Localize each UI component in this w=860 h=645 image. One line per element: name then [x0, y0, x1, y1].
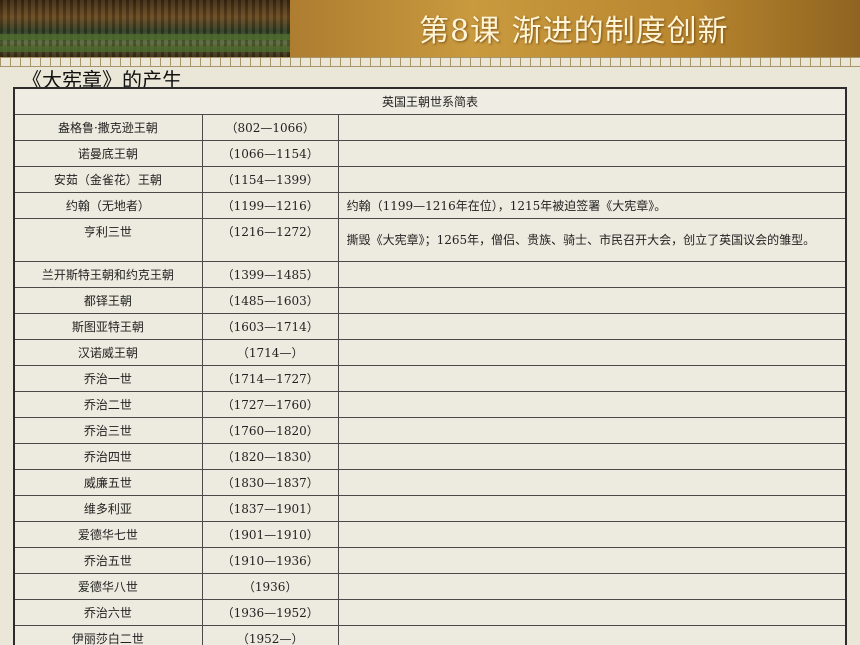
table-row: 乔治一世 （1714—1727）: [13, 365, 847, 392]
table-title: 英国王朝世系简表: [13, 87, 847, 115]
note-cell: [337, 114, 847, 141]
period-cell: （1936）: [201, 573, 339, 600]
bench-stripe: [0, 46, 290, 52]
table-row: 爱德华八世 （1936）: [13, 573, 847, 600]
note-cell: [337, 339, 847, 366]
dynasty-name-cell: 乔治四世: [13, 443, 203, 470]
dynasty-name-cell: 伊丽莎白二世: [13, 625, 203, 645]
table-row: 兰开斯特王朝和约克王朝 （1399—1485）: [13, 261, 847, 288]
dynasty-name-cell: 爱德华八世: [13, 573, 203, 600]
dynasty-name-cell: 约翰（无地者）: [13, 192, 203, 219]
period-cell: （802—1066）: [201, 114, 339, 141]
table-title-row: 英国王朝世系简表: [13, 87, 847, 115]
table-row: 诺曼底王朝 （1066—1154）: [13, 140, 847, 167]
note-cell: [337, 547, 847, 574]
table-row: 威廉五世 （1830—1837）: [13, 469, 847, 496]
period-cell: （1820—1830）: [201, 443, 339, 470]
note-cell: 撕毁《大宪章》；1265年，僧侣、贵族、骑士、市民召开大会，创立了英国议会的雏型…: [337, 218, 847, 262]
dynasty-name-cell: 斯图亚特王朝: [13, 313, 203, 340]
table-row: 乔治五世 （1910—1936）: [13, 547, 847, 574]
period-cell: （1154—1399）: [201, 166, 339, 193]
header-banner: 第8课 渐进的制度创新: [0, 0, 860, 57]
table-row: 乔治三世 （1760—1820）: [13, 417, 847, 444]
note-cell: [337, 391, 847, 418]
table-row: 斯图亚特王朝 （1603—1714）: [13, 313, 847, 340]
lesson-title: 第8课 渐进的制度创新: [419, 14, 729, 49]
period-cell: （1603—1714）: [201, 313, 339, 340]
period-cell: （1485—1603）: [201, 287, 339, 314]
note-cell: [337, 261, 847, 288]
period-cell: （1714—1727）: [201, 365, 339, 392]
dynasty-name-cell: 诺曼底王朝: [13, 140, 203, 167]
note-cell: [337, 625, 847, 645]
period-cell: （1910—1936）: [201, 547, 339, 574]
table-row: 乔治六世 （1936—1952）: [13, 599, 847, 626]
note-cell: [337, 495, 847, 522]
period-cell: （1399—1485）: [201, 261, 339, 288]
dynasty-name-cell: 乔治二世: [13, 391, 203, 418]
period-cell: （1952—）: [201, 625, 339, 645]
table-row: 乔治二世 （1727—1760）: [13, 391, 847, 418]
note-cell: [337, 573, 847, 600]
dynasty-name-cell: 威廉五世: [13, 469, 203, 496]
dynasty-name-cell: 乔治五世: [13, 547, 203, 574]
period-cell: （1066—1154）: [201, 140, 339, 167]
table-row: 汉诺威王朝 （1714—）: [13, 339, 847, 366]
dynasty-name-cell: 汉诺威王朝: [13, 339, 203, 366]
table-row: 约翰（无地者） （1199—1216） 约翰（1199—1216年在位），1215年…: [13, 192, 847, 219]
note-cell: 约翰（1199—1216年在位），1215年被迫签署《大宪章》。: [337, 192, 847, 219]
note-cell: [337, 365, 847, 392]
dynasty-name-cell: 爱德华七世: [13, 521, 203, 548]
note-cell: [337, 287, 847, 314]
period-cell: （1830—1837）: [201, 469, 339, 496]
note-cell: [337, 417, 847, 444]
note-cell: [337, 469, 847, 496]
table-row: 乔治四世 （1820—1830）: [13, 443, 847, 470]
bench-stripe: [0, 34, 290, 40]
period-cell: （1727—1760）: [201, 391, 339, 418]
dynasty-name-cell: 安茹（金雀花）王朝: [13, 166, 203, 193]
dynasty-name-cell: 盎格鲁·撒克逊王朝: [13, 114, 203, 141]
note-cell: [337, 313, 847, 340]
dynasty-name-cell: 乔治一世: [13, 365, 203, 392]
dynasty-name-cell: 兰开斯特王朝和约克王朝: [13, 261, 203, 288]
dynasty-name-cell: 乔治六世: [13, 599, 203, 626]
period-cell: （1837—1901）: [201, 495, 339, 522]
dynasty-name-cell: 亨利三世: [13, 218, 203, 262]
note-cell: [337, 521, 847, 548]
dynasty-name-cell: 都铎王朝: [13, 287, 203, 314]
note-cell: [337, 443, 847, 470]
table-row: 都铎王朝 （1485—1603）: [13, 287, 847, 314]
table-row: 盎格鲁·撒克逊王朝 （802—1066）: [13, 114, 847, 141]
period-cell: （1760—1820）: [201, 417, 339, 444]
dynasty-name-cell: 乔治三世: [13, 417, 203, 444]
dynasty-name-cell: 维多利亚: [13, 495, 203, 522]
period-cell: （1901—1910）: [201, 521, 339, 548]
period-cell: （1216—1272）: [201, 218, 339, 262]
table-row: 安茹（金雀花）王朝 （1154—1399）: [13, 166, 847, 193]
note-cell: [337, 166, 847, 193]
period-cell: （1936—1952）: [201, 599, 339, 626]
dynasty-table: 英国王朝世系简表 盎格鲁·撒克逊王朝 （802—1066） 诺曼底王朝 （1066—1…: [13, 87, 847, 645]
note-cell: [337, 140, 847, 167]
table-row: 维多利亚 （1837—1901）: [13, 495, 847, 522]
note-cell: [337, 599, 847, 626]
period-cell: （1714—）: [201, 339, 339, 366]
table-row: 伊丽莎白二世 （1952—）: [13, 625, 847, 645]
table-row: 爱德华七世 （1901—1910）: [13, 521, 847, 548]
dynasty-table-container: 英国王朝世系简表 盎格鲁·撒克逊王朝 （802—1066） 诺曼底王朝 （1066—1…: [13, 87, 847, 645]
table-row: 亨利三世 （1216—1272） 撕毁《大宪章》；1265年，僧侣、贵族、骑士、市民…: [13, 218, 847, 262]
parliament-photo: [0, 0, 290, 57]
period-cell: （1199—1216）: [201, 192, 339, 219]
